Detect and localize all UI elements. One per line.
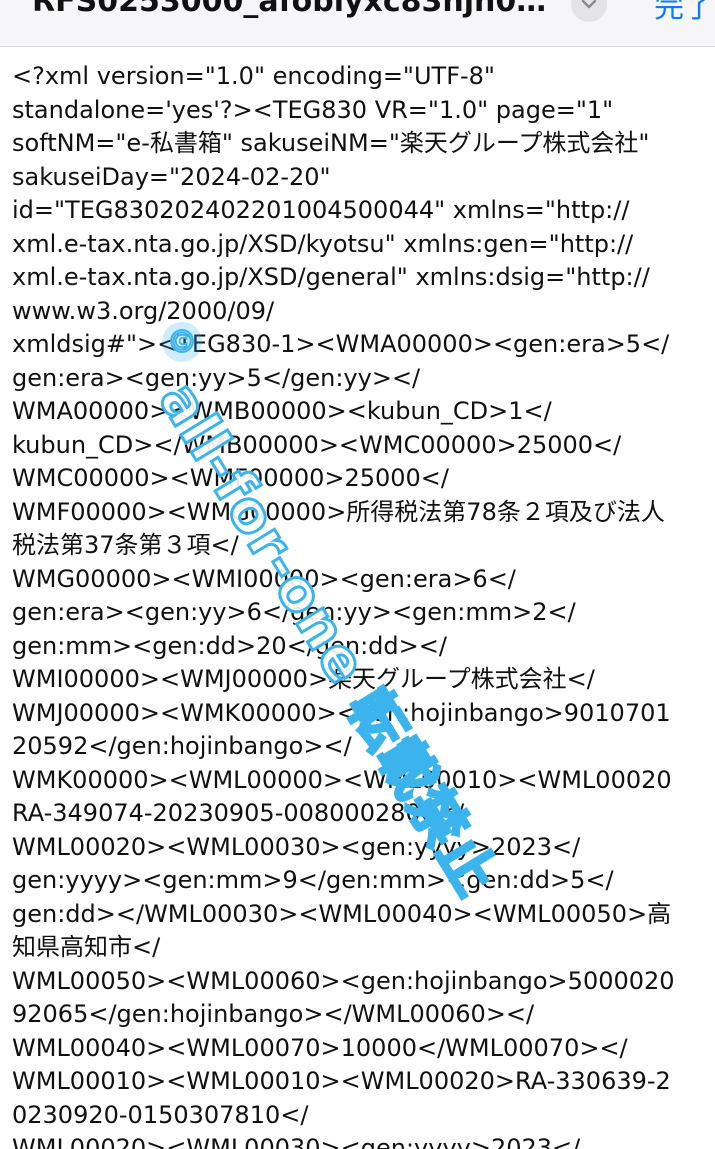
xml-line: gen:era><gen:yy>5</gen:yy></ (12, 363, 421, 392)
title-menu-button[interactable] (571, 0, 607, 22)
xml-line: sakuseiDay="2024-02-20" (12, 162, 331, 191)
xml-line: gen:era><gen:yy>6</gen:yy><gen:mm>2</ (12, 598, 576, 626)
xml-line: kubun_CD></WMB00000><WMC00000>25000</ (12, 430, 622, 459)
xml-line: gen:dd></WML00030><WML00040><WML00050>高 (12, 899, 672, 928)
xml-line: WML00020><WML00030><gen:yyyy>2023</ (12, 832, 581, 861)
chevron-down-icon (581, 0, 597, 9)
xml-line: gen:mm><gen:dd>20</gen:dd></ (12, 631, 447, 660)
xml-line: xml.e-tax.nta.go.jp/XSD/kyotsu" xmlns:ge… (12, 229, 634, 258)
xml-line: WMA00000><WMB00000><kubun_CD>1</ (12, 397, 552, 425)
xml-line: 20592</gen:hojinbango></ (12, 732, 352, 760)
xml-line: softNM="e-私書箱" sakuseiNM="楽天グループ株式会社" (12, 129, 650, 157)
xml-line: gen:yyyy><gen:mm>9</gen:mm><gen:dd>5</ (12, 866, 614, 894)
xml-line: WML00020><WML00030><gen:yyyy>2023</ (12, 1134, 581, 1149)
xml-line: 知県高知市</ (12, 933, 161, 961)
xml-line: WMJ00000><WMK00000><gen:hojinbango>90107… (12, 698, 671, 727)
xml-line: WMI00000><WMJ00000>楽天グループ株式会社</ (12, 665, 595, 693)
xml-line: www.w3.org/2000/09/ (12, 296, 275, 325)
done-button[interactable]: 完了 (654, 0, 714, 26)
xml-line: WMF00000><WMG00000>所得税法第78条２項及び法人 (12, 497, 665, 526)
file-title[interactable]: RFS0253000_afoblyxc83hjn0r... (32, 0, 552, 19)
xml-line: <?xml version="1.0" encoding="UTF-8" (12, 62, 495, 90)
xml-line: xmldsig#"><TEG830-1><WMA00000><gen:era>5… (12, 330, 670, 358)
xml-line: WML00010><WML00010><WML00020>RA-330639-2 (12, 1067, 671, 1095)
xml-line: 税法第37条第３項</ (12, 531, 239, 559)
xml-line: WMK00000><WML00000><WML00010><WML00020 (12, 765, 672, 794)
xml-line: RA-349074-20230905-0080002800</ (12, 799, 465, 827)
xml-line: WML00040><WML00070>10000</WML00070></ (12, 1033, 628, 1062)
xml-line: id="TEG830202402201004500044" xmlns="htt… (12, 196, 630, 224)
xml-line: 0230920-0150307810</ (12, 1100, 309, 1129)
xml-viewer-screen: RFS0253000_afoblyxc83hjn0r... 完了 <?xml v… (0, 0, 715, 1149)
xml-line: WMG00000><WMI00000><gen:era>6</ (12, 564, 516, 593)
xml-line: WMC00000><WMF00000>25000</ (12, 464, 450, 492)
xml-text-content[interactable]: <?xml version="1.0" encoding="UTF-8" stan… (12, 60, 715, 1149)
xml-line: xml.e-tax.nta.go.jp/XSD/general" xmlns:d… (12, 263, 650, 291)
xml-line: 92065</gen:hojinbango></WML00060></ (12, 1000, 535, 1028)
xml-line: WML00050><WML00060><gen:hojinbango>50000… (12, 966, 675, 995)
navigation-bar: RFS0253000_afoblyxc83hjn0r... 完了 (0, 0, 715, 47)
xml-line: standalone='yes'?><TEG830 VR="1.0" page=… (12, 95, 614, 124)
